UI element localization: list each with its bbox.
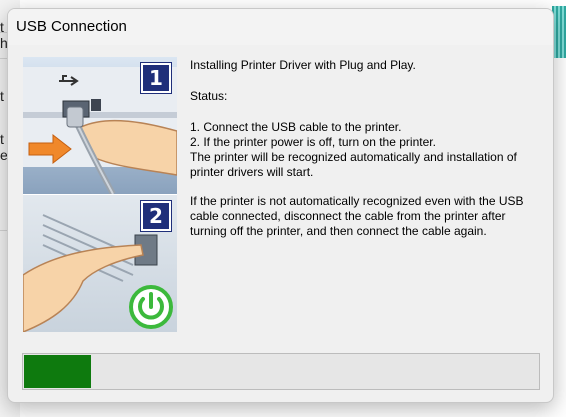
status-label: Status:	[190, 89, 228, 103]
dialog-title: USB Connection	[16, 18, 127, 35]
status-line: 1. Connect the USB cable to the printer.	[190, 120, 402, 134]
note-text: If the printer is not automatically reco…	[190, 194, 524, 238]
step-2-panel: 2	[23, 195, 177, 332]
dialog-heading: Installing Printer Driver with Plug and …	[190, 58, 416, 72]
progress-bar	[22, 353, 540, 390]
step-1-panel: 1	[23, 57, 177, 194]
background-window-right	[552, 0, 566, 417]
bg-text: t	[0, 19, 4, 35]
bg-text: t	[0, 131, 4, 147]
step-1-badge: 1	[141, 63, 171, 93]
bg-text: t	[0, 88, 4, 104]
bg-decoration	[552, 6, 566, 58]
title-bar[interactable]: USB Connection	[8, 9, 553, 45]
usb-connection-dialog: USB Connection 1 2 Installing Printer Dr…	[7, 8, 554, 403]
step-2-badge: 2	[141, 201, 171, 231]
progress-fill	[24, 355, 91, 388]
status-line: 2. If the printer power is off, turn on …	[190, 135, 436, 149]
connection-illustration: 1 2	[23, 57, 177, 332]
status-line: The printer will be recognized automatic…	[190, 150, 517, 179]
instructions: Installing Printer Driver with Plug and …	[190, 58, 540, 239]
